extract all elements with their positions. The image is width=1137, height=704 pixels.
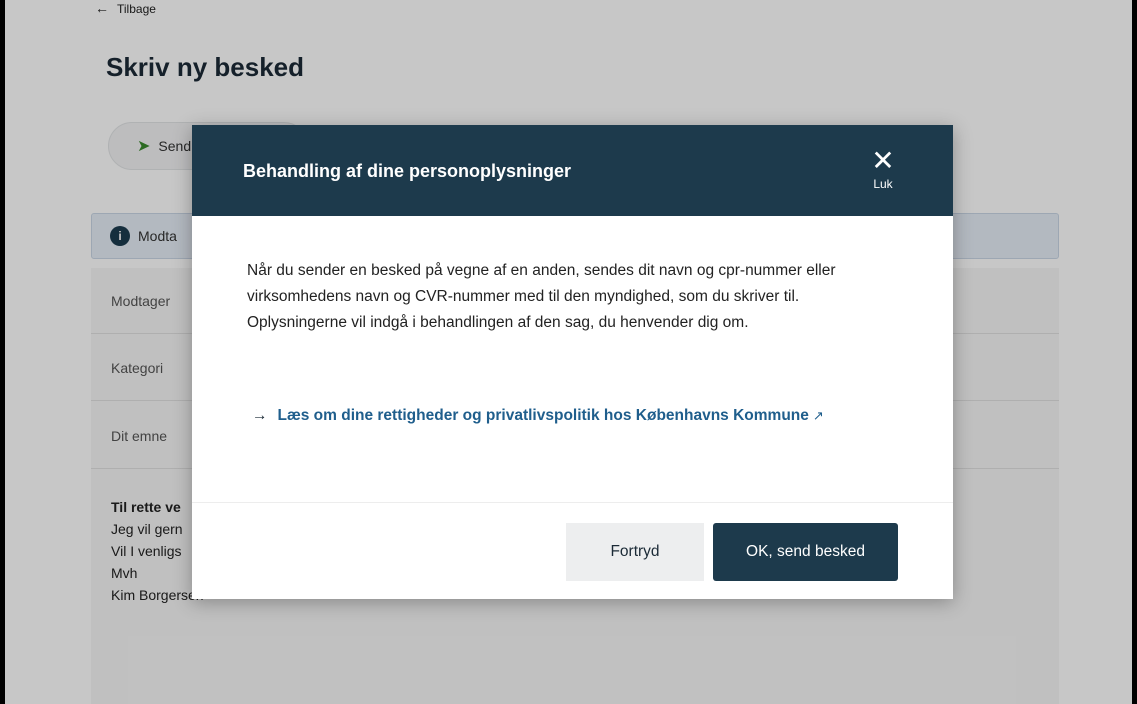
dialog-footer: Fortryd OK, send besked bbox=[192, 502, 953, 599]
close-button[interactable]: ✕ Luk bbox=[863, 147, 903, 197]
privacy-link-text[interactable]: Læs om dine rettigheder og privatlivspol… bbox=[278, 407, 809, 424]
privacy-dialog: Behandling af dine personoplysninger ✕ L… bbox=[192, 125, 953, 599]
cancel-button[interactable]: Fortryd bbox=[566, 523, 704, 581]
external-link-icon: ↗ bbox=[812, 408, 824, 423]
page-frame: ← Tilbage Skriv ny besked ➤ Send i Modta … bbox=[5, 0, 1132, 704]
close-label: Luk bbox=[873, 177, 893, 191]
privacy-policy-link[interactable]: → Læs om dine rettigheder og privatlivsp… bbox=[252, 403, 852, 429]
dialog-header: Behandling af dine personoplysninger ✕ L… bbox=[192, 125, 953, 216]
close-icon: ✕ bbox=[871, 145, 895, 176]
dialog-body-text: Når du sender en besked på vegne af en a… bbox=[247, 262, 836, 331]
ok-send-button[interactable]: OK, send besked bbox=[713, 523, 898, 581]
arrow-right-icon: → bbox=[252, 407, 268, 424]
dialog-title: Behandling af dine personoplysninger bbox=[243, 161, 572, 181]
